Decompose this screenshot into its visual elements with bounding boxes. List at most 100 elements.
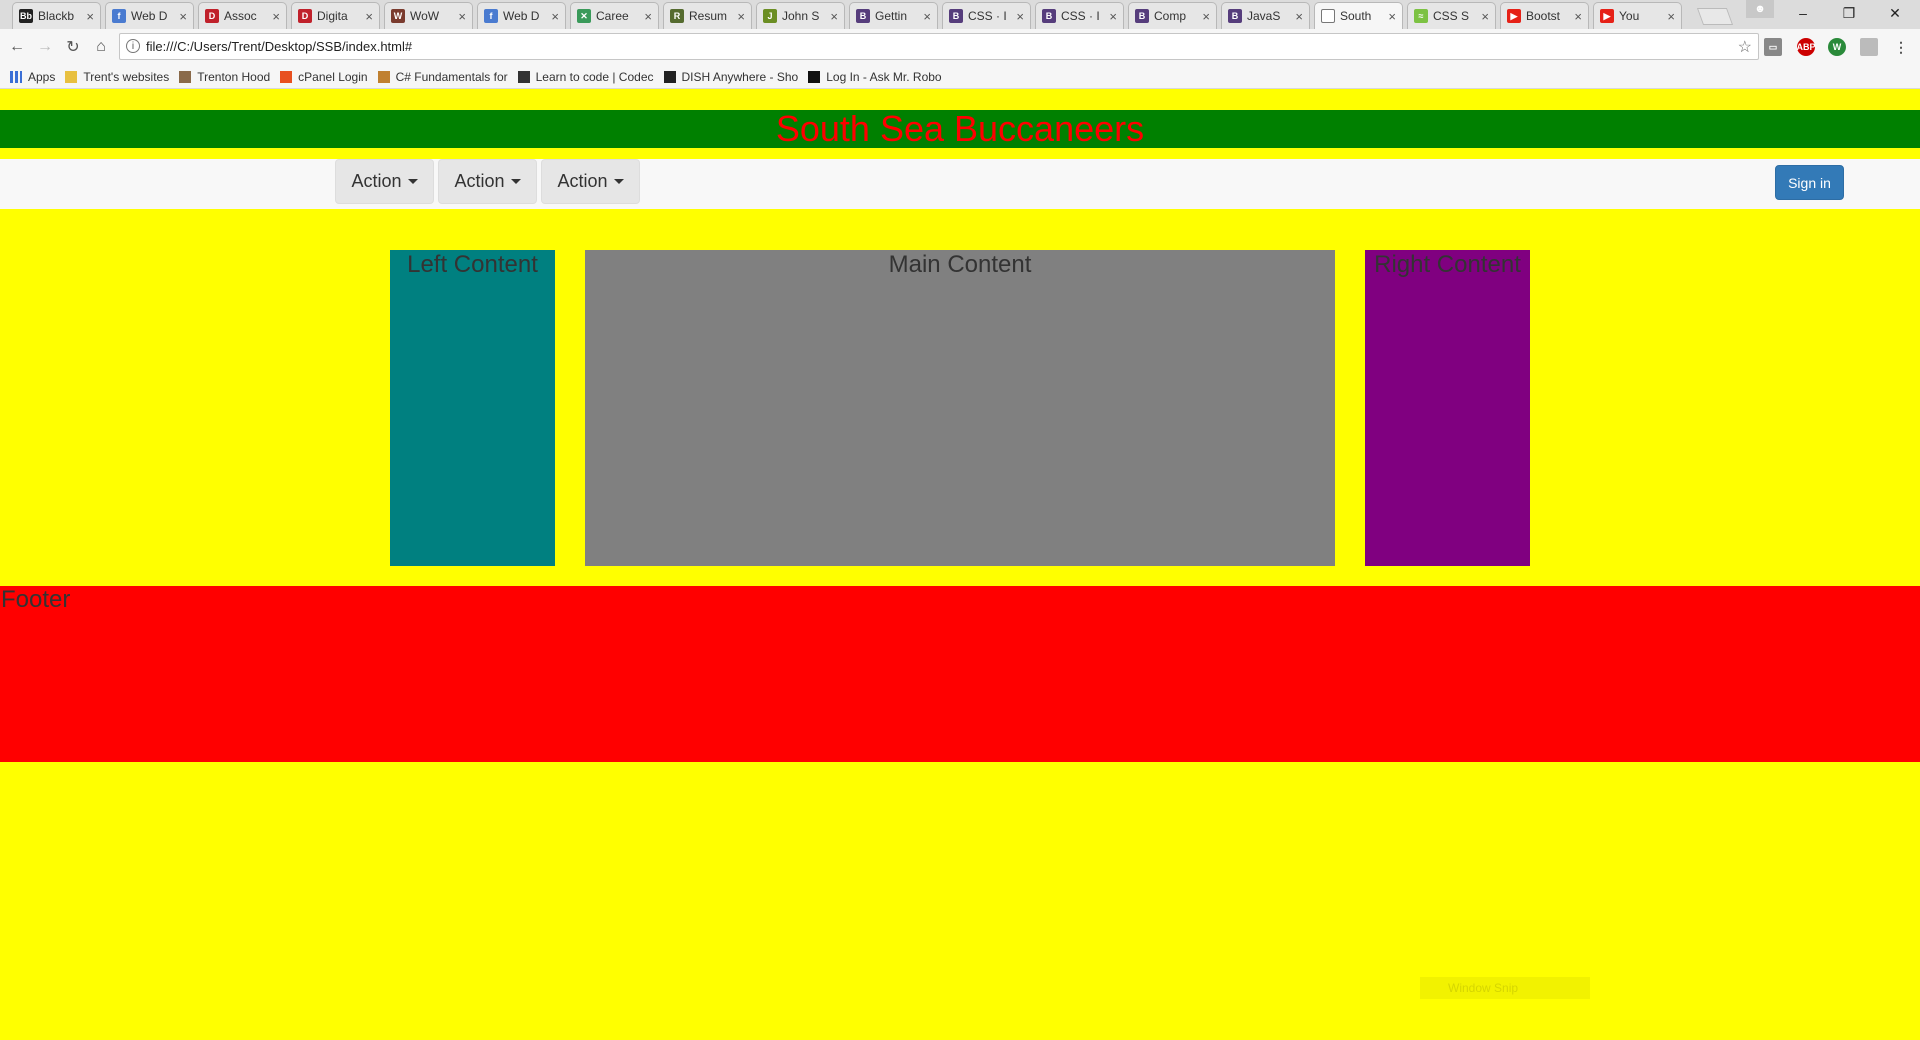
tab-close-icon[interactable]: × bbox=[1388, 9, 1396, 24]
browser-tab[interactable]: ✕ Caree × bbox=[570, 2, 659, 29]
home-icon[interactable]: ⌂ bbox=[90, 36, 112, 58]
profile-icon[interactable]: ☻ bbox=[1746, 0, 1774, 18]
browser-tab[interactable]: B CSS · I × bbox=[1035, 2, 1124, 29]
browser-tab[interactable]: South × bbox=[1314, 2, 1403, 29]
bookmark-item[interactable]: Trent's websites bbox=[65, 70, 169, 84]
facebook-icon: f bbox=[112, 9, 126, 23]
tab-close-icon[interactable]: × bbox=[551, 9, 559, 24]
bookmark-item[interactable]: Trenton Hood bbox=[179, 70, 270, 84]
tab-title: Comp bbox=[1154, 9, 1187, 23]
info-icon[interactable]: i bbox=[126, 39, 140, 53]
bookmark-item[interactable]: DISH Anywhere - Sho bbox=[663, 69, 799, 84]
action-dropdown-1[interactable]: Action bbox=[335, 159, 434, 204]
browser-tab[interactable]: Bb Blackb × bbox=[12, 2, 101, 29]
bookmark-star-icon[interactable]: ☆ bbox=[1738, 37, 1752, 57]
tab-title: Resum bbox=[689, 9, 728, 23]
browser-tab[interactable]: B CSS · I × bbox=[942, 2, 1031, 29]
bookmark-item[interactable]: Log In - Ask Mr. Robo bbox=[808, 69, 942, 84]
browser-tab[interactable]: B Gettin × bbox=[849, 2, 938, 29]
tab-close-icon[interactable]: × bbox=[1481, 9, 1489, 24]
browser-toolbar: ← → ↻ ⌂ i file:///C:/Users/Trent/Desktop… bbox=[0, 29, 1920, 65]
reload-icon[interactable]: ↻ bbox=[62, 36, 84, 58]
tab-title: You bbox=[1619, 9, 1640, 23]
bootstrap-icon: B bbox=[949, 9, 963, 23]
tab-title: Blackb bbox=[38, 9, 75, 23]
bookmark-item[interactable]: cPanel Login bbox=[280, 70, 368, 84]
browser-tab[interactable]: J John S × bbox=[756, 2, 845, 29]
bookmark-label: Learn to code | Codec bbox=[535, 69, 654, 84]
browser-tab[interactable]: D Assoc × bbox=[198, 2, 287, 29]
navbar: Action Action Action Sign in bbox=[0, 159, 1920, 209]
bookmark-item[interactable]: Apps bbox=[10, 70, 55, 84]
tab-close-icon[interactable]: × bbox=[458, 9, 466, 24]
tab-close-icon[interactable]: × bbox=[1109, 9, 1117, 24]
sign-in-button[interactable]: Sign in bbox=[1775, 165, 1844, 200]
browser-tab[interactable]: B Comp × bbox=[1128, 2, 1217, 29]
avatar-icon bbox=[179, 70, 192, 83]
css-icon: ≈ bbox=[1414, 9, 1428, 23]
dropdown-label: Action bbox=[351, 171, 402, 191]
tab-title: Digita bbox=[317, 9, 348, 23]
bookmark-label: Log In - Ask Mr. Robo bbox=[826, 69, 942, 84]
cast-icon[interactable]: ▭ bbox=[1764, 38, 1782, 56]
extension-gray-icon[interactable] bbox=[1860, 38, 1878, 56]
tab-close-icon[interactable]: × bbox=[923, 9, 931, 24]
menu-kebab-icon[interactable]: ⋮ bbox=[1892, 38, 1910, 56]
browser-tab[interactable]: ≈ CSS S × bbox=[1407, 2, 1496, 29]
bookmark-item[interactable]: C# Fundamentals for bbox=[377, 70, 508, 84]
mrrobot-icon bbox=[808, 70, 821, 83]
tab-close-icon[interactable]: × bbox=[830, 9, 838, 24]
restore-icon[interactable]: ❐ bbox=[1826, 0, 1872, 26]
address-bar[interactable]: i file:///C:/Users/Trent/Desktop/SSB/ind… bbox=[119, 33, 1759, 60]
browser-tab[interactable]: ▶ Bootst × bbox=[1500, 2, 1589, 29]
tab-close-icon[interactable]: × bbox=[1667, 9, 1675, 24]
tab-close-icon[interactable]: × bbox=[1574, 9, 1582, 24]
tab-close-icon[interactable]: × bbox=[1016, 9, 1024, 24]
bookmark-item[interactable]: Learn to code | Codec bbox=[517, 69, 654, 84]
tab-title: WoW bbox=[410, 9, 440, 23]
tab-close-icon[interactable]: × bbox=[365, 9, 373, 24]
forward-icon[interactable]: → bbox=[34, 36, 56, 58]
bootstrap-icon: B bbox=[856, 9, 870, 23]
browser-tab[interactable]: D Digita × bbox=[291, 2, 380, 29]
browser-tab[interactable]: W WoW × bbox=[384, 2, 473, 29]
tab-title: John S bbox=[782, 9, 820, 23]
assoc-icon: D bbox=[205, 9, 219, 23]
bookmark-label: DISH Anywhere - Sho bbox=[681, 69, 799, 84]
tab-close-icon[interactable]: × bbox=[644, 9, 652, 24]
apps-grid-icon bbox=[10, 70, 22, 83]
browser-tab[interactable]: f Web D × bbox=[105, 2, 194, 29]
action-dropdown-3[interactable]: Action bbox=[541, 159, 640, 204]
minimize-icon[interactable]: – bbox=[1780, 0, 1826, 26]
main-content: Main Content bbox=[585, 250, 1335, 566]
tab-close-icon[interactable]: × bbox=[272, 9, 280, 24]
tab-close-icon[interactable]: × bbox=[86, 9, 94, 24]
new-tab-button[interactable] bbox=[1696, 8, 1734, 25]
browser-tab[interactable]: R Resum × bbox=[663, 2, 752, 29]
left-content: Left Content bbox=[390, 250, 555, 566]
bootstrap-icon: B bbox=[1135, 9, 1149, 23]
close-window-icon[interactable]: ✕ bbox=[1872, 0, 1918, 26]
tab-title: Gettin bbox=[875, 9, 908, 23]
tab-close-icon[interactable]: × bbox=[179, 9, 187, 24]
extension-w-icon[interactable]: W bbox=[1828, 38, 1846, 56]
adblock-icon[interactable]: ABP bbox=[1797, 38, 1816, 56]
browser-tab[interactable]: B JavaS × bbox=[1221, 2, 1310, 29]
footer: Footer bbox=[0, 586, 1920, 762]
dropdown-label: Action bbox=[557, 171, 608, 191]
right-content: Right Content bbox=[1365, 250, 1530, 566]
tab-close-icon[interactable]: × bbox=[1295, 9, 1303, 24]
browser-tab[interactable]: f Web D × bbox=[477, 2, 566, 29]
youtube-icon: ▶ bbox=[1507, 9, 1521, 23]
tab-strip: Bb Blackb × f Web D × D Assoc × D Digita × W WoW × f Web… bbox=[0, 0, 1920, 29]
back-icon[interactable]: ← bbox=[6, 36, 28, 58]
wow-icon: W bbox=[391, 9, 405, 23]
tab-close-icon[interactable]: × bbox=[1202, 9, 1210, 24]
action-dropdown-2[interactable]: Action bbox=[438, 159, 537, 204]
url-text: file:///C:/Users/Trent/Desktop/SSB/index… bbox=[146, 39, 413, 54]
tab-close-icon[interactable]: × bbox=[737, 9, 745, 24]
csharp-icon bbox=[377, 70, 390, 83]
browser-tab[interactable]: ▶ You × bbox=[1593, 2, 1682, 29]
tab-title: Caree bbox=[596, 9, 629, 23]
tab-title: JavaS bbox=[1247, 9, 1281, 23]
